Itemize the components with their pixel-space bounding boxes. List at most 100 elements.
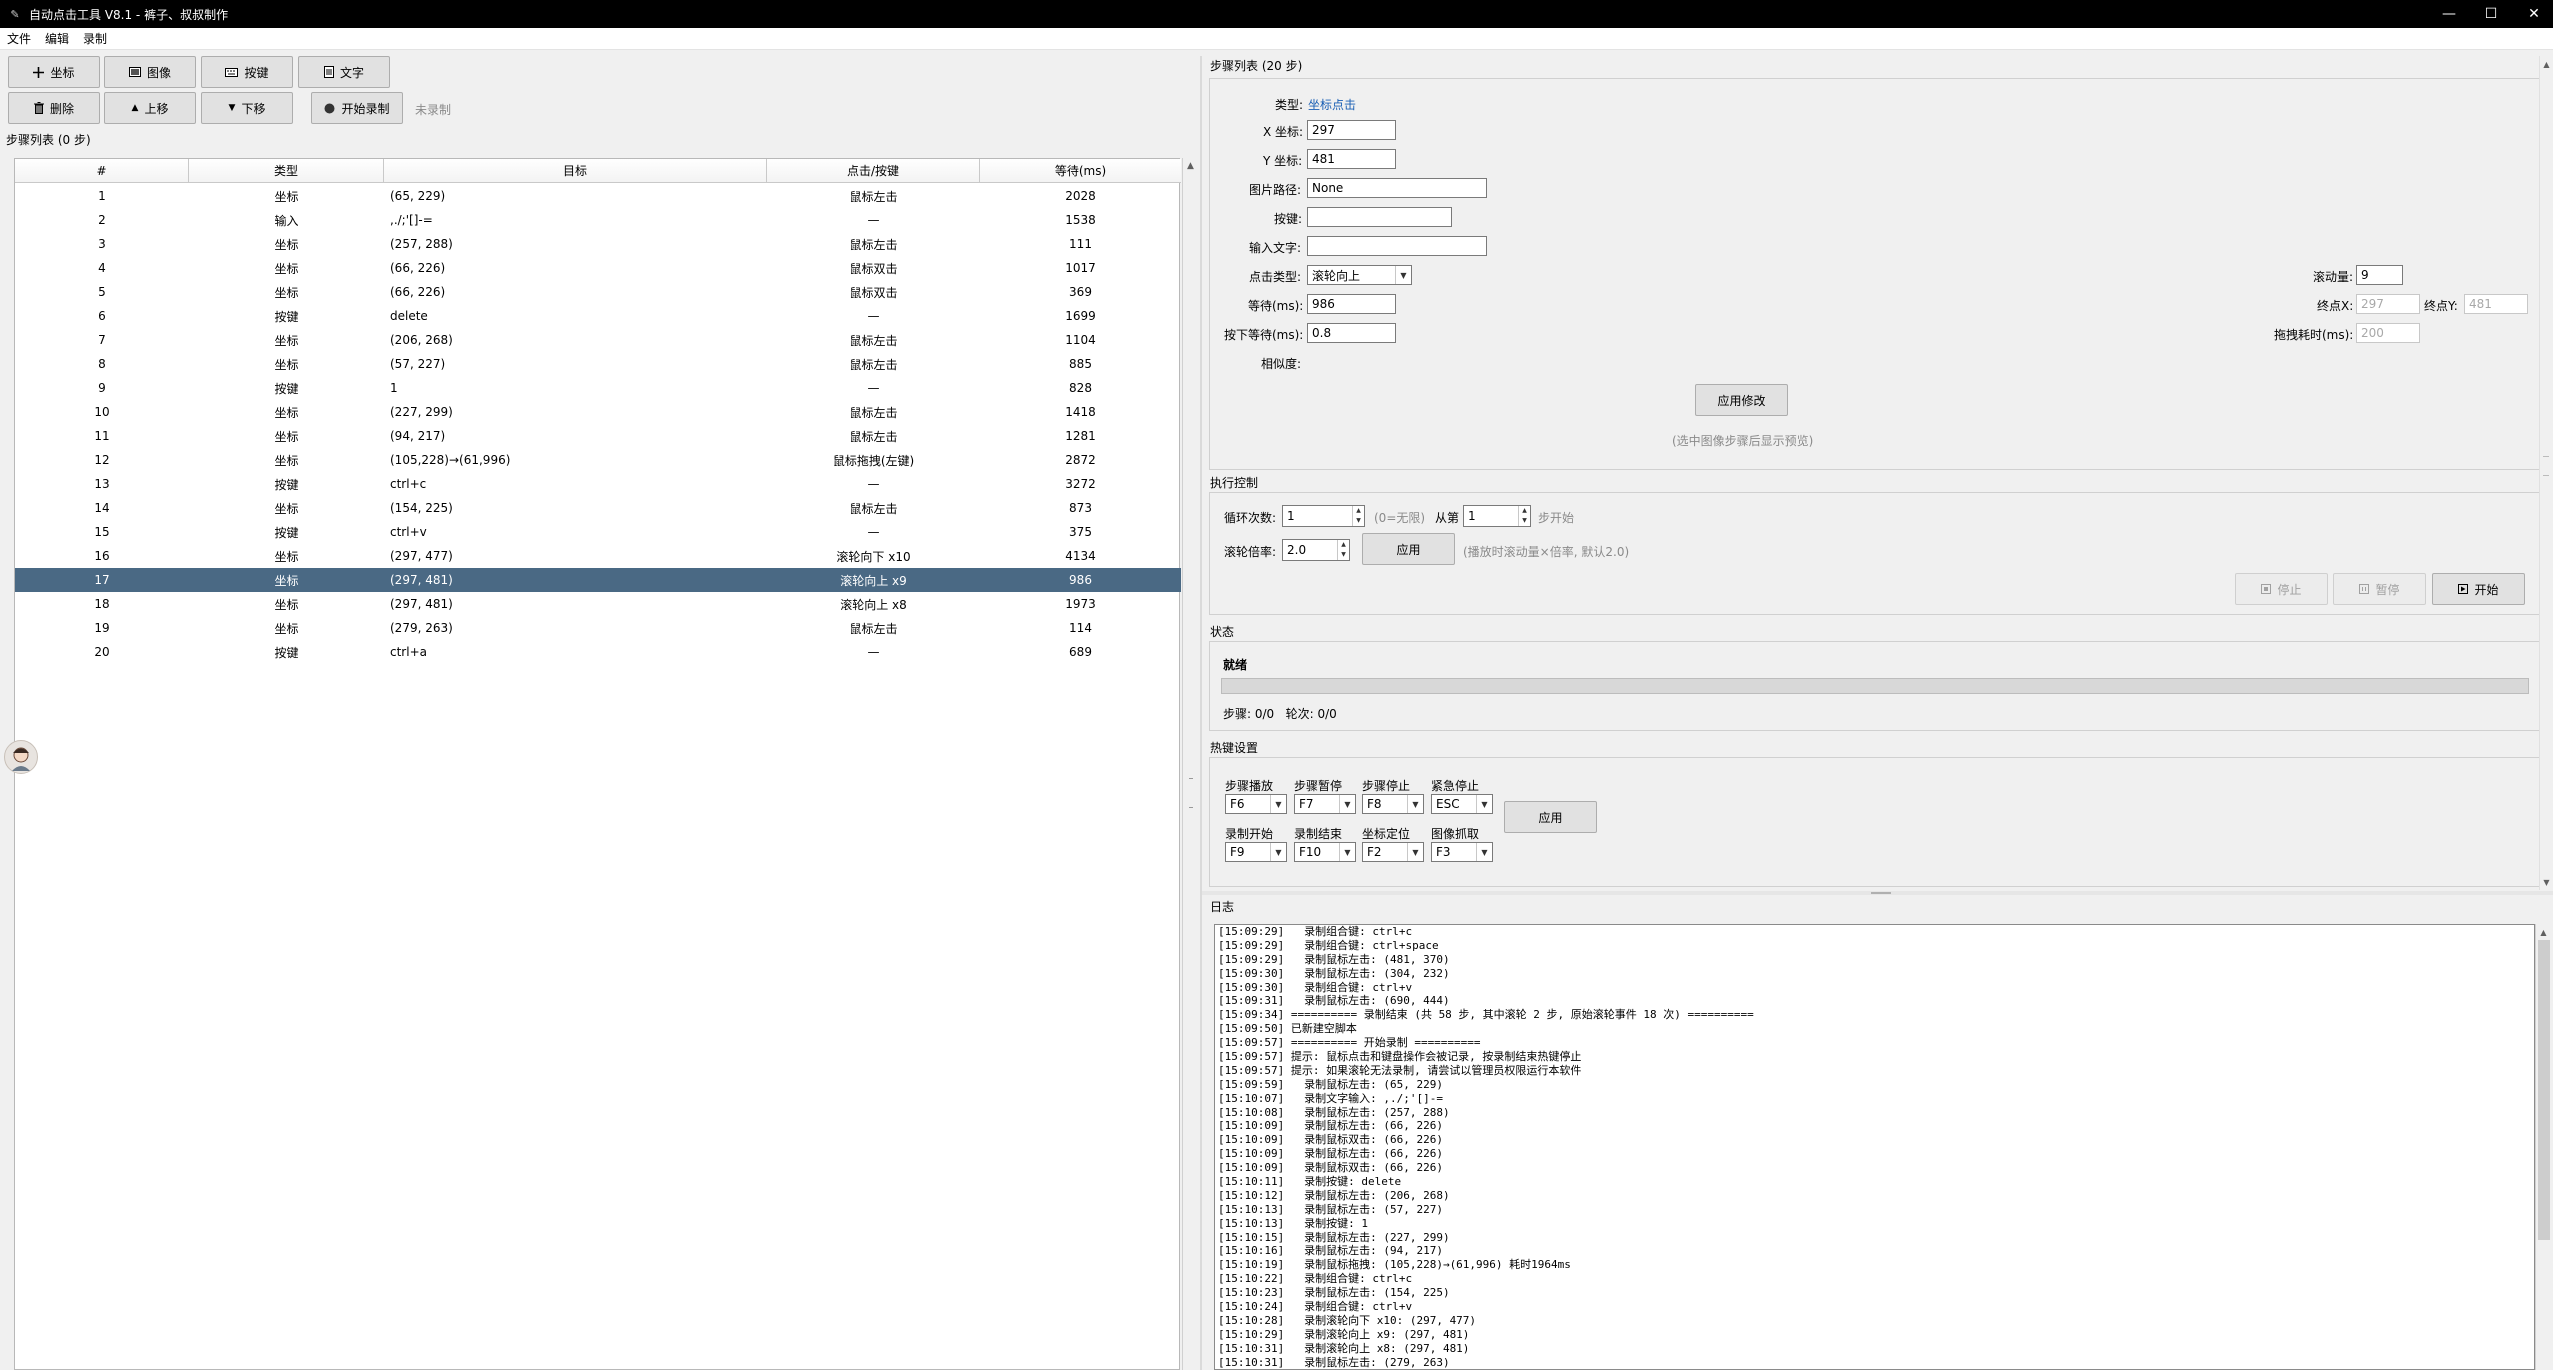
- table-row[interactable]: 11 坐标 (94, 217) 鼠标左击 1281: [15, 424, 1181, 448]
- log-scroll-thumb[interactable]: [2538, 940, 2550, 1240]
- chevron-down-icon[interactable]: ▼: [1339, 795, 1355, 813]
- chevron-down-icon[interactable]: ▼: [1476, 843, 1492, 861]
- spin-arrows-icon[interactable]: ▲ ▼: [1337, 540, 1349, 560]
- spin-arrows-icon[interactable]: ▲ ▼: [1518, 506, 1530, 526]
- start-step-spinbox[interactable]: 1 ▲ ▼: [1463, 505, 1531, 527]
- col-target[interactable]: 目标: [384, 159, 767, 183]
- y-field[interactable]: 481: [1307, 149, 1396, 169]
- add-image-button[interactable]: 图像: [104, 56, 196, 88]
- table-scrollbar[interactable]: ▲: [1182, 158, 1198, 1370]
- table-row[interactable]: 19 坐标 (279, 263) 鼠标左击 114: [15, 616, 1181, 640]
- scroll-up-arrow-icon[interactable]: ▲: [2540, 56, 2553, 72]
- table-row[interactable]: 5 坐标 (66, 226) 鼠标双击 369: [15, 280, 1181, 304]
- table-row[interactable]: 18 坐标 (297, 481) 滚轮向上 x8 1973: [15, 592, 1181, 616]
- table-row[interactable]: 2 输入 ,./;'[]-= — 1538: [15, 208, 1181, 232]
- add-key-button[interactable]: 按键: [201, 56, 293, 88]
- scroll-amount-field[interactable]: 9: [2356, 265, 2403, 285]
- chevron-down-icon[interactable]: ▼: [1395, 266, 1411, 284]
- pane-divider[interactable]: [1200, 56, 1202, 1370]
- table-row[interactable]: 12 坐标 (105,228)→(61,996) 鼠标拖拽(左键) 2872: [15, 448, 1181, 472]
- menu-file[interactable]: 文件: [0, 30, 38, 47]
- menu-record[interactable]: 录制: [76, 30, 114, 47]
- drag-duration-field[interactable]: 200: [2356, 323, 2420, 343]
- log-output[interactable]: [15:09:29] 录制组合键: ctrl+c [15:09:29] 录制组合键…: [1214, 924, 2535, 1370]
- table-row[interactable]: 10 坐标 (227, 299) 鼠标左击 1418: [15, 400, 1181, 424]
- add-text-button[interactable]: 文字: [298, 56, 390, 88]
- hotkey-label: 坐标定位: [1362, 827, 1411, 841]
- sash-grip[interactable]: [1871, 892, 1891, 894]
- input-text-field[interactable]: [1307, 236, 1487, 256]
- col-wait[interactable]: 等待(ms): [980, 159, 1181, 183]
- chevron-down-icon[interactable]: ▼: [1407, 843, 1423, 861]
- close-button[interactable]: ✕: [2511, 0, 2553, 28]
- table-row[interactable]: 8 坐标 (57, 227) 鼠标左击 885: [15, 352, 1181, 376]
- table-row[interactable]: 6 按键 delete — 1699: [15, 304, 1181, 328]
- col-action[interactable]: 点击/按键: [767, 159, 980, 183]
- key-field[interactable]: [1307, 207, 1452, 227]
- chevron-down-icon[interactable]: ▼: [1339, 843, 1355, 861]
- start-record-button[interactable]: 开始录制: [311, 92, 403, 124]
- log-line: [15:10:08] 录制鼠标左击: (257, 288): [1218, 1105, 1450, 1119]
- delete-button[interactable]: 删除: [8, 92, 100, 124]
- hotkey-select[interactable]: F8 ▼: [1362, 794, 1424, 814]
- loop-count-spinbox[interactable]: 1 ▲ ▼: [1282, 505, 1365, 527]
- scroll-up-arrow-icon[interactable]: ▲: [1183, 158, 1198, 174]
- menu-edit[interactable]: 编辑: [38, 30, 76, 47]
- chevron-down-icon[interactable]: ▼: [1407, 795, 1423, 813]
- table-row[interactable]: 14 坐标 (154, 225) 鼠标左击 873: [15, 496, 1181, 520]
- table-row[interactable]: 17 坐标 (297, 481) 滚轮向上 x9 986: [15, 568, 1181, 592]
- table-row[interactable]: 7 坐标 (206, 268) 鼠标左击 1104: [15, 328, 1181, 352]
- hotkey-select[interactable]: F6 ▼: [1225, 794, 1287, 814]
- chevron-down-icon[interactable]: ▼: [1270, 843, 1286, 861]
- col-index[interactable]: #: [15, 159, 189, 183]
- apply-hotkeys-button[interactable]: 应用: [1504, 801, 1597, 833]
- end-y-field[interactable]: 481: [2464, 294, 2528, 314]
- settings-scrollbar[interactable]: ▲ ▼: [2539, 56, 2553, 890]
- press-wait-field[interactable]: 0.8: [1307, 323, 1396, 343]
- start-button[interactable]: 开始: [2432, 573, 2525, 605]
- table-row[interactable]: 13 按键 ctrl+c — 3272: [15, 472, 1181, 496]
- hotkey-select[interactable]: ESC ▼: [1431, 794, 1493, 814]
- table-row[interactable]: 4 坐标 (66, 226) 鼠标双击 1017: [15, 256, 1181, 280]
- log-scrollbar[interactable]: ▲: [2535, 924, 2551, 1370]
- add-coord-button[interactable]: 坐标: [8, 56, 100, 88]
- move-up-button[interactable]: ▲ 上移: [104, 92, 196, 124]
- maximize-button[interactable]: ☐: [2468, 0, 2514, 28]
- wait-field[interactable]: 986: [1307, 294, 1396, 314]
- hotkey-select[interactable]: F9 ▼: [1225, 842, 1287, 862]
- avatar[interactable]: [4, 740, 38, 774]
- table-row[interactable]: 20 按键 ctrl+a — 689: [15, 640, 1181, 664]
- table-row[interactable]: 1 坐标 (65, 229) 鼠标左击 2028: [15, 184, 1181, 208]
- spin-arrows-icon[interactable]: ▲ ▼: [1352, 506, 1364, 526]
- move-down-button[interactable]: ▼ 下移: [201, 92, 293, 124]
- chevron-down-icon[interactable]: ▼: [1270, 795, 1286, 813]
- table-row[interactable]: 15 按键 ctrl+v — 375: [15, 520, 1181, 544]
- apply-scroll-button[interactable]: 应用: [1362, 533, 1455, 565]
- chevron-down-icon[interactable]: ▼: [1476, 795, 1492, 813]
- hotkey-select[interactable]: F7 ▼: [1294, 794, 1356, 814]
- hotkey-select[interactable]: F10 ▼: [1294, 842, 1356, 862]
- hotkey-select[interactable]: F2 ▼: [1362, 842, 1424, 862]
- image-path-field[interactable]: None: [1307, 178, 1487, 198]
- log-line: [15:10:23] 录制鼠标左击: (154, 225): [1218, 1286, 1450, 1300]
- scroll-grip[interactable]: [2543, 456, 2549, 476]
- col-type[interactable]: 类型: [189, 159, 384, 183]
- scroll-grip[interactable]: [1189, 778, 1193, 808]
- table-row[interactable]: 9 按键 1 — 828: [15, 376, 1181, 400]
- table-row[interactable]: 16 坐标 (297, 477) 滚轮向下 x10 4134: [15, 544, 1181, 568]
- table-row[interactable]: 3 坐标 (257, 288) 鼠标左击 111: [15, 232, 1181, 256]
- click-type-select[interactable]: 滚轮向上 ▼: [1307, 265, 1412, 285]
- end-x-field[interactable]: 297: [2356, 294, 2420, 314]
- scroll-up-arrow-icon[interactable]: ▲: [2536, 924, 2551, 940]
- scroll-multiplier-spinbox[interactable]: 2.0 ▲ ▼: [1282, 539, 1350, 561]
- row-type: 输入: [274, 213, 299, 228]
- pause-button[interactable]: 暂停: [2333, 573, 2426, 605]
- x-field[interactable]: 297: [1307, 120, 1396, 140]
- minimize-button[interactable]: —: [2426, 0, 2472, 28]
- row-type: 按键: [274, 309, 299, 324]
- row-index: 4: [98, 261, 106, 275]
- scroll-down-arrow-icon[interactable]: ▼: [2540, 874, 2553, 890]
- apply-changes-button[interactable]: 应用修改: [1695, 384, 1788, 416]
- hotkey-select[interactable]: F3 ▼: [1431, 842, 1493, 862]
- stop-button[interactable]: 停止: [2235, 573, 2328, 605]
